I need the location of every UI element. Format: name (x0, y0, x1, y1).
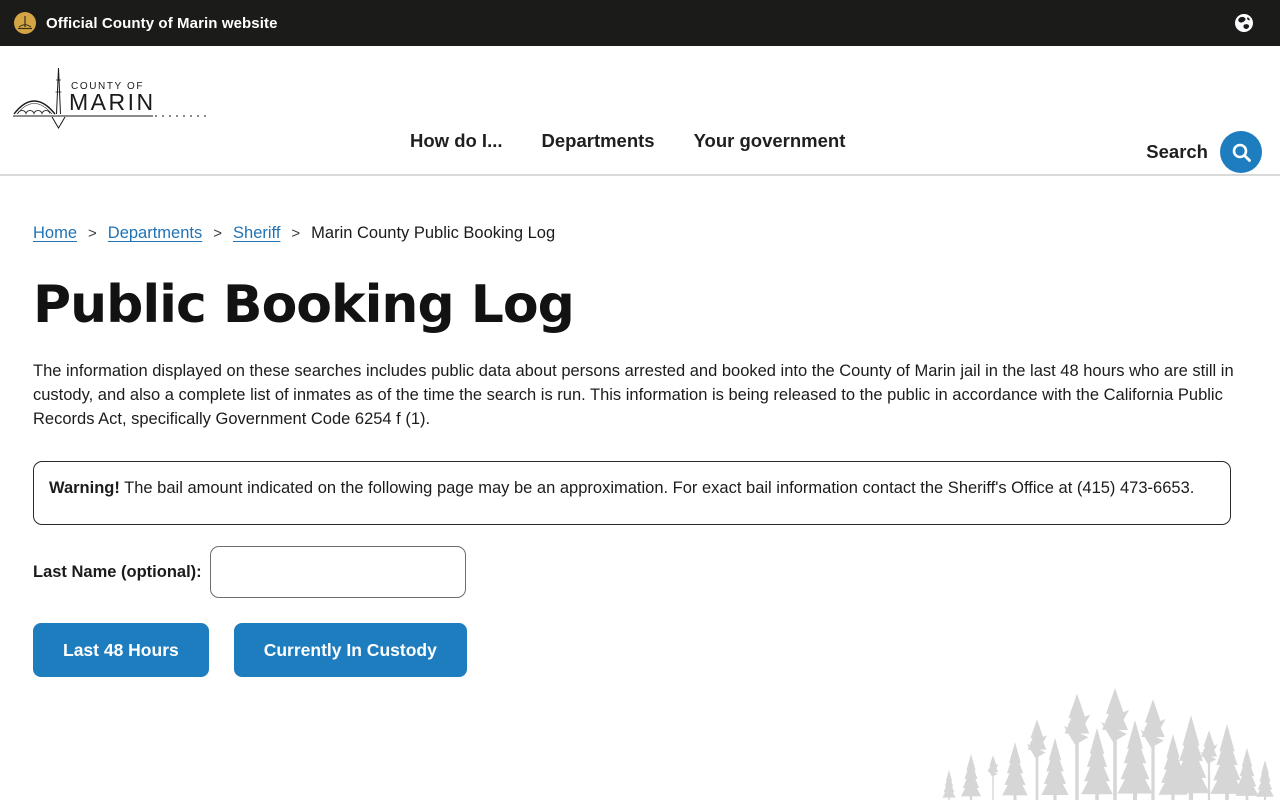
breadcrumb-link-departments[interactable]: Departments (108, 224, 202, 243)
banner-text: Official County of Marin website (46, 14, 278, 32)
last-name-input[interactable] (209, 546, 466, 598)
logo-text-marin: MARIN (69, 89, 156, 115)
breadcrumb-current-page: Marin County Public Booking Log (311, 224, 556, 242)
county-seal-icon (14, 12, 36, 34)
search-button[interactable] (1220, 131, 1262, 173)
search-area: Search (1146, 131, 1262, 173)
nav-item-your-government[interactable]: Your government (694, 130, 846, 152)
nav-item-how-do-i[interactable]: How do I... (410, 130, 503, 152)
nav-item-departments[interactable]: Departments (542, 130, 655, 152)
currently-in-custody-button[interactable]: Currently In Custody (233, 623, 467, 677)
page-title: Public Booking Log (33, 275, 575, 335)
warning-label: Warning! (49, 479, 120, 497)
last-name-form-row: Last Name (optional): (33, 546, 1247, 598)
breadcrumb-separator: > (213, 225, 223, 242)
breadcrumb-link-home[interactable]: Home (33, 224, 77, 243)
site-header: COUNTY OF MARIN How do I... Departments … (0, 46, 1280, 176)
breadcrumb-link-sheriff[interactable]: Sheriff (233, 224, 280, 243)
breadcrumb-separator: > (88, 225, 97, 242)
forest-decoration (935, 688, 1280, 800)
last-name-label: Last Name (optional): (33, 562, 202, 581)
main-nav: How do I... Departments Your government (410, 130, 845, 152)
breadcrumb-separator: > (291, 225, 301, 242)
main-content: Home > Departments > Sheriff > Marin Cou… (0, 224, 1280, 677)
globe-icon (1234, 13, 1254, 33)
search-label[interactable]: Search (1146, 141, 1208, 163)
county-of-marin-logo[interactable]: COUNTY OF MARIN (13, 66, 213, 141)
breadcrumb: Home > Departments > Sheriff > Marin Cou… (33, 224, 1247, 243)
last-48-hours-button[interactable]: Last 48 Hours (33, 623, 209, 677)
language-globe-button[interactable] (1234, 13, 1254, 33)
official-gov-banner: Official County of Marin website (0, 0, 1280, 46)
search-buttons-row: Last 48 Hours Currently In Custody (33, 623, 1247, 677)
intro-paragraph: The information displayed on these searc… (33, 362, 1234, 428)
warning-box: Warning! The bail amount indicated on th… (33, 461, 1231, 525)
search-icon (1231, 142, 1252, 163)
warning-text: The bail amount indicated on the followi… (119, 479, 1195, 497)
